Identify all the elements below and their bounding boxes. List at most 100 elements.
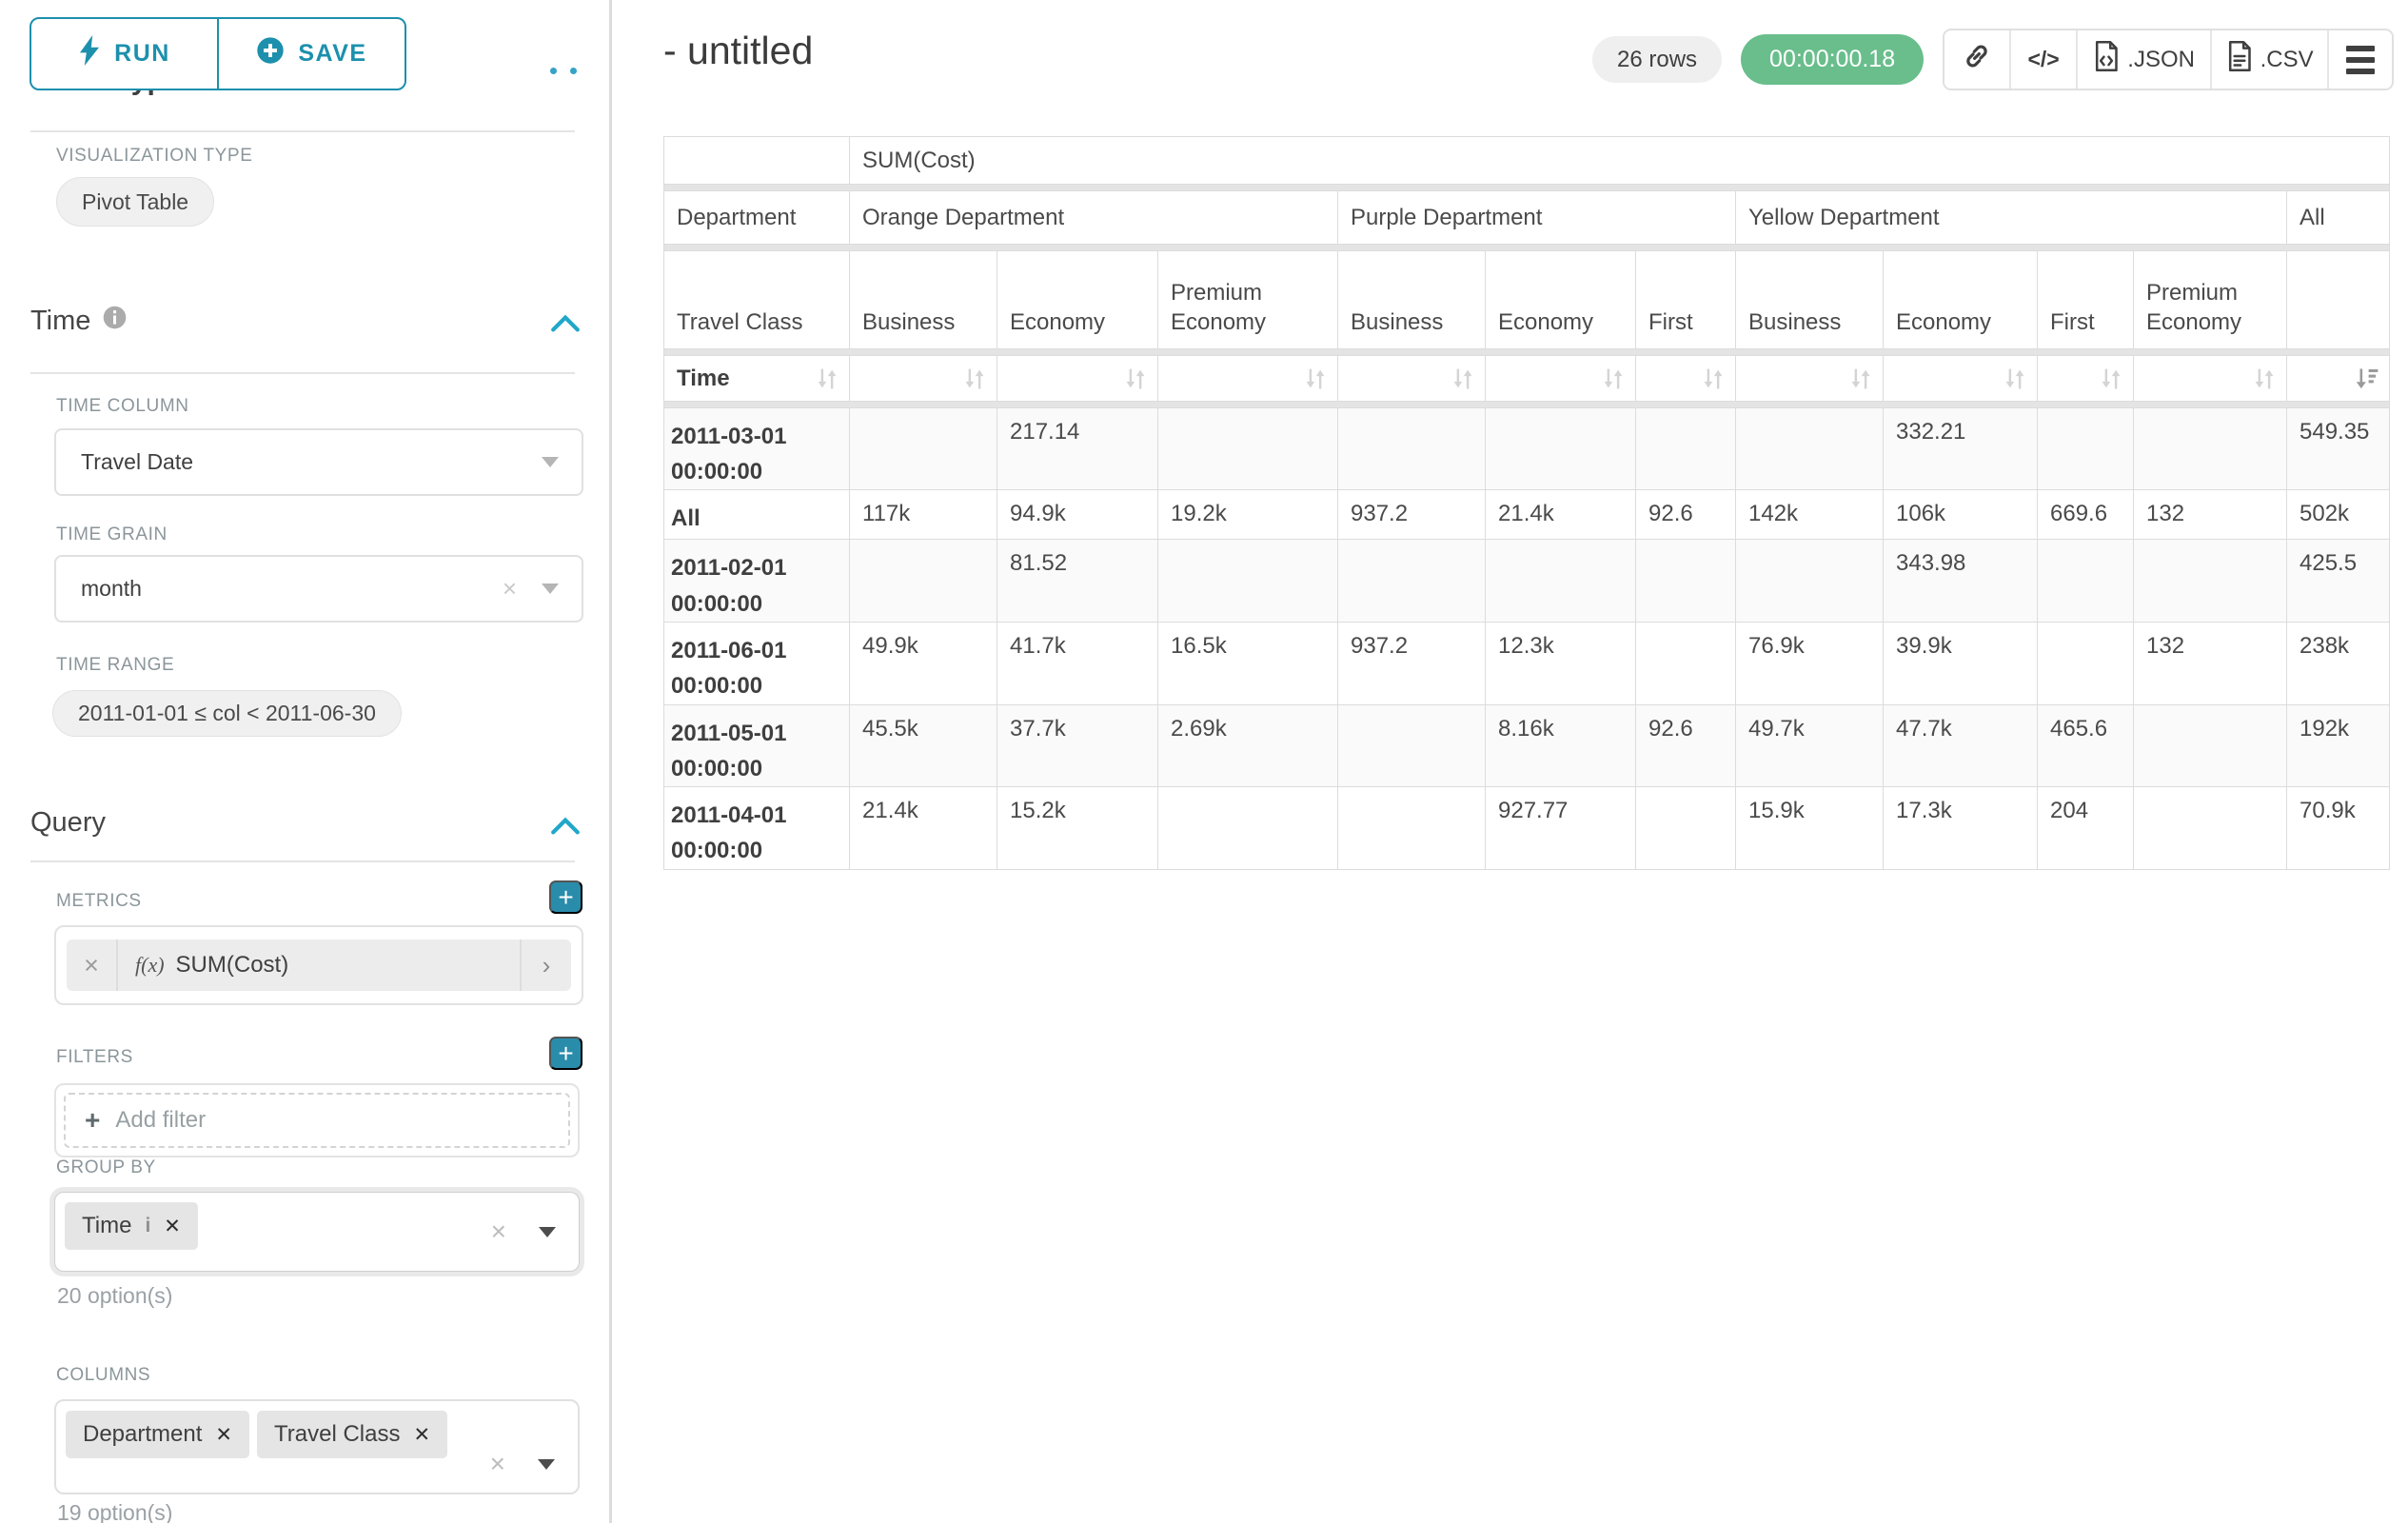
pivot-table: SUM(Cost)DepartmentOrange DepartmentPurp… [663, 136, 2390, 870]
row-header: 2011-04-01 00:00:00 [664, 787, 850, 869]
table-row: 2011-05-01 00:00:0045.5k37.7k2.69k8.16k9… [664, 704, 2390, 786]
panel-drag-handle-dot[interactable] [570, 68, 577, 74]
table-row: All117k94.9k19.2k937.221.4k92.6142k106k6… [664, 490, 2390, 540]
group-by-select[interactable]: Time i ✕ × [54, 1192, 580, 1272]
cell [1486, 540, 1636, 622]
add-filter-label: Add filter [115, 1107, 206, 1134]
row-header: All [664, 490, 850, 540]
column-group-header: Purple Department [1338, 191, 1736, 245]
columns-tag[interactable]: Department✕ [66, 1411, 249, 1458]
time-range-pill[interactable]: 2011-01-01 ≤ col < 2011-06-30 [52, 690, 402, 737]
sort-toggle[interactable] [1636, 356, 1736, 402]
columns-tag[interactable]: Travel Class✕ [257, 1411, 447, 1458]
more-options-button[interactable] [2327, 30, 2392, 89]
metric-name: SUM(Cost) [176, 952, 289, 979]
metric-header: SUM(Cost) [850, 137, 2390, 185]
cell [850, 408, 997, 490]
cell: 45.5k [850, 704, 997, 786]
sort-arrows-icon [962, 366, 987, 391]
select-controls: × [490, 1449, 578, 1479]
clear-x-icon[interactable]: × [503, 574, 517, 603]
columns-select[interactable]: Department✕Travel Class✕ × [54, 1399, 580, 1494]
table-row: 2011-04-01 00:00:0021.4k15.2k927.7715.9k… [664, 787, 2390, 869]
cell: 117k [850, 490, 997, 540]
cell [1736, 408, 1884, 490]
cell [1338, 408, 1486, 490]
column-class-header: Economy [1884, 251, 2038, 349]
time-sort-header[interactable]: Time [664, 356, 850, 402]
column-class-header: First [2038, 251, 2134, 349]
column-class-header: First [1636, 251, 1736, 349]
clear-x-icon[interactable]: × [491, 1216, 506, 1247]
sort-toggle[interactable] [1884, 356, 2038, 402]
sort-toggle[interactable] [997, 356, 1158, 402]
chevron-up-icon[interactable] [550, 817, 581, 841]
sort-toggle[interactable] [850, 356, 997, 402]
chart-title[interactable]: - untitled [663, 29, 813, 73]
export-csv-button[interactable]: .CSV [2210, 30, 2327, 89]
sort-toggle[interactable] [1338, 356, 1486, 402]
row-header: 2011-05-01 00:00:00 [664, 704, 850, 786]
time-column-select[interactable]: Travel Date [54, 428, 583, 496]
cell [2038, 622, 2134, 704]
cell: 502k [2287, 490, 2390, 540]
export-json-button[interactable]: .JSON [2076, 30, 2210, 89]
add-filter-plus-button[interactable]: + [549, 1037, 582, 1070]
remove-tag-icon[interactable]: ✕ [413, 1423, 430, 1447]
cell: 2.69k [1158, 704, 1338, 786]
column-class-header: Economy [997, 251, 1158, 349]
sort-toggle[interactable] [1158, 356, 1338, 402]
remove-tag-icon[interactable]: ✕ [164, 1215, 181, 1238]
sort-toggle[interactable] [1486, 356, 1636, 402]
remove-metric-icon[interactable]: × [67, 940, 118, 991]
add-metric-button[interactable]: + [549, 880, 582, 914]
column-group-header: Yellow Department [1736, 191, 2287, 245]
cell: 204 [2038, 787, 2134, 869]
sort-arrows-icon [1123, 366, 1148, 391]
filters-container: + Add filter [54, 1083, 580, 1157]
cell: 19.2k [1158, 490, 1338, 540]
section-divider [30, 130, 575, 132]
sort-arrows-icon [2252, 366, 2277, 391]
sort-toggle[interactable] [2134, 356, 2287, 402]
run-button[interactable]: RUN [30, 17, 219, 90]
link-icon [1962, 41, 1992, 78]
cell [1636, 622, 1736, 704]
chevron-right-icon[interactable]: › [520, 940, 571, 991]
cell: 217.14 [997, 408, 1158, 490]
section-divider [30, 860, 575, 862]
sort-toggle[interactable] [1736, 356, 1884, 402]
header-band [664, 349, 2390, 356]
cell: 332.21 [1884, 408, 2038, 490]
column-group-header: Orange Department [850, 191, 1338, 245]
export-button-group: </> .JSON .CSV [1943, 29, 2394, 90]
group-by-tag[interactable]: Time i ✕ [65, 1202, 198, 1250]
cell [2134, 787, 2287, 869]
panel-drag-handle-dot[interactable] [550, 68, 557, 74]
sort-toggle[interactable] [2287, 356, 2390, 402]
sort-arrows-icon [2003, 366, 2027, 391]
time-grain-select[interactable]: month × [54, 555, 583, 623]
column-class-header: Economy [1486, 251, 1636, 349]
copy-link-button[interactable] [1944, 30, 2009, 89]
cell: 70.9k [2287, 787, 2390, 869]
cell: 238k [2287, 622, 2390, 704]
chevron-up-icon[interactable] [550, 314, 581, 338]
clear-x-icon[interactable]: × [490, 1449, 505, 1479]
cell: 39.9k [1884, 622, 2038, 704]
sort-arrows-icon [1303, 366, 1328, 391]
remove-tag-icon[interactable]: ✕ [215, 1423, 232, 1447]
visualization-type-pill[interactable]: Pivot Table [56, 177, 214, 227]
sort-toggle[interactable] [2038, 356, 2134, 402]
metric-pill[interactable]: × f(x) SUM(Cost) › [67, 940, 571, 991]
info-icon[interactable]: i [145, 1215, 150, 1237]
cell: 37.7k [997, 704, 1158, 786]
save-button[interactable]: SAVE [217, 17, 406, 90]
add-filter-dropzone[interactable]: + Add filter [64, 1093, 570, 1148]
code-brackets-icon: </> [2027, 47, 2059, 72]
cell: 937.2 [1338, 490, 1486, 540]
time-grain-value: month [81, 576, 503, 602]
fx-icon: f(x) [135, 953, 165, 978]
view-query-button[interactable]: </> [2009, 30, 2076, 89]
panel-splitter[interactable] [609, 0, 612, 1523]
